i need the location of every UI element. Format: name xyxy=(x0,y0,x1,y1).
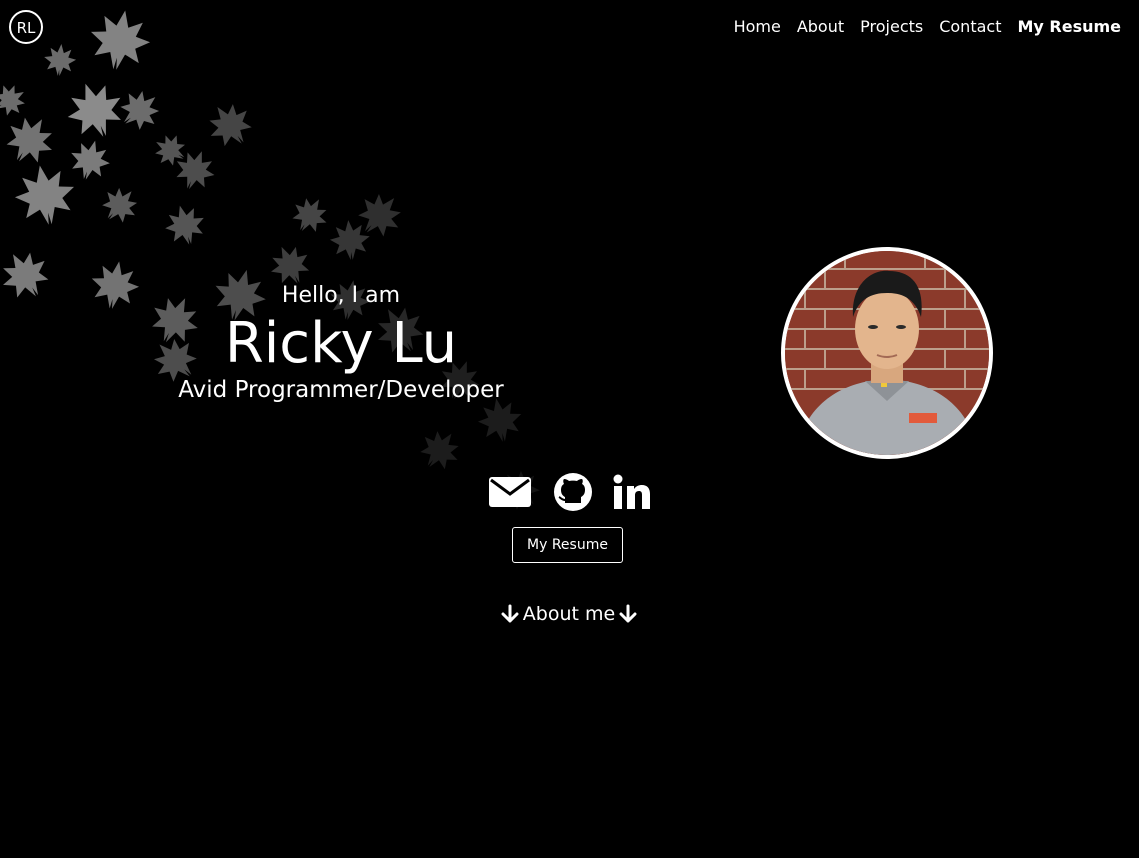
page: RL Home About Projects Contact My Resume… xyxy=(0,0,1139,858)
profile-avatar xyxy=(781,247,993,459)
envelope-icon[interactable] xyxy=(488,476,532,508)
arrow-down-icon xyxy=(501,604,519,623)
hero-role: Avid Programmer/Developer xyxy=(178,377,504,403)
hero-name: Ricky Lu xyxy=(224,311,458,376)
hero-greeting: Hello, I am xyxy=(281,283,401,308)
logo-text: RL xyxy=(17,19,36,37)
about-me-link[interactable]: About me xyxy=(496,600,642,628)
my-resume-button[interactable]: My Resume xyxy=(512,527,623,563)
maple-leaves-decoration xyxy=(0,5,549,519)
nav-projects[interactable]: Projects xyxy=(860,17,923,36)
social-links xyxy=(488,470,651,514)
linkedin-icon[interactable] xyxy=(613,474,651,510)
nav-home[interactable]: Home xyxy=(734,17,781,36)
nav-about[interactable]: About xyxy=(797,17,844,36)
about-me-label: About me xyxy=(522,603,616,625)
arrow-down-icon xyxy=(619,604,637,623)
profile-photo xyxy=(785,251,989,455)
nav-my-resume[interactable]: My Resume xyxy=(1017,17,1121,36)
rl-logo-icon[interactable]: RL xyxy=(8,9,44,45)
main-nav: Home About Projects Contact My Resume xyxy=(734,17,1121,36)
github-icon[interactable] xyxy=(552,471,594,513)
nav-contact[interactable]: Contact xyxy=(939,17,1001,36)
hero-intro: Hello, I am Ricky Lu Avid Programmer/Dev… xyxy=(140,282,542,404)
